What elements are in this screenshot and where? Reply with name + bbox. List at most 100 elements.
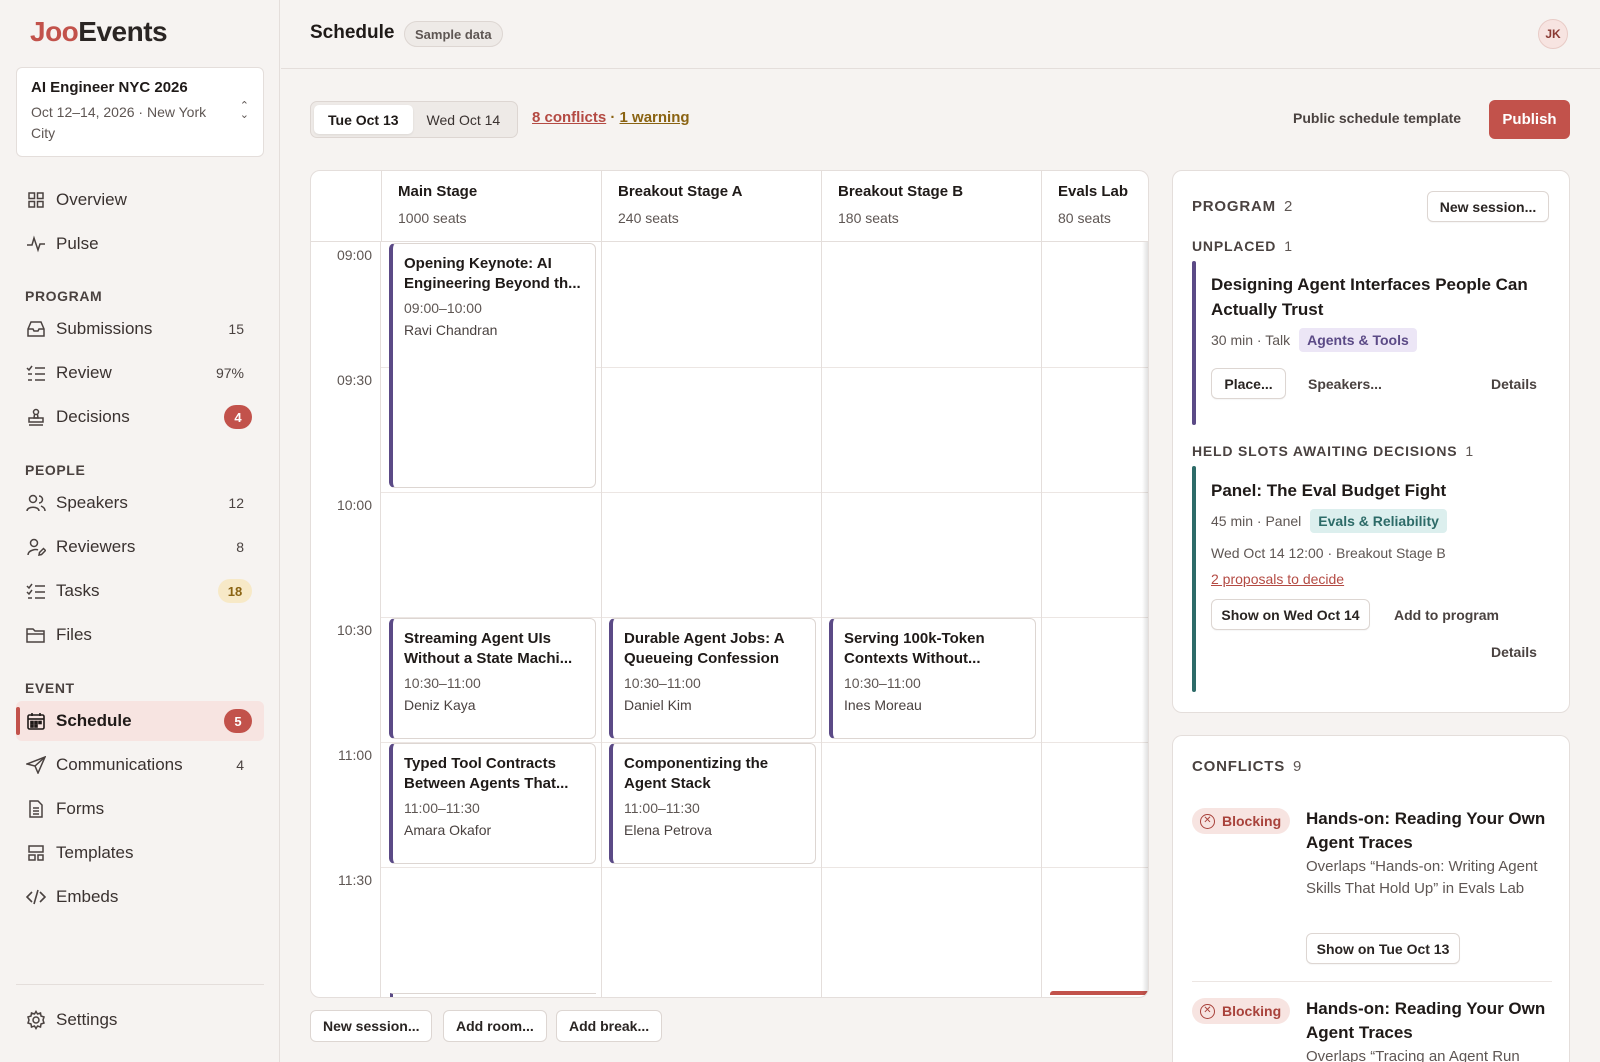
place-button[interactable]: Place...: [1211, 368, 1286, 399]
sidebar-item-label: Speakers: [56, 493, 128, 512]
conflict-title[interactable]: Hands-on: Reading Your Own Agent Traces: [1306, 997, 1551, 1045]
room-seats: 1000 seats: [398, 210, 467, 226]
sidebar-item-label: Embeds: [56, 887, 119, 906]
sidebar-divider: [16, 984, 264, 985]
gridline: [601, 242, 602, 997]
room-breakout-b[interactable]: Breakout Stage B 180 seats: [821, 171, 1041, 241]
session-card[interactable]: Serving 100k-Token Contexts Without... 1…: [829, 618, 1036, 739]
time-label: 09:00: [336, 247, 372, 263]
held-session-title[interactable]: Panel: The Eval Budget Fight: [1211, 478, 1551, 503]
details-button[interactable]: Details: [1491, 644, 1537, 660]
sidebar-item-schedule[interactable]: Schedule 5: [16, 701, 264, 741]
avatar[interactable]: JK: [1538, 19, 1568, 49]
public-schedule-template-button[interactable]: Public schedule template: [1293, 110, 1461, 126]
room-main-stage[interactable]: Main Stage 1000 seats: [381, 171, 601, 241]
session-time: 10:30–11:00: [844, 675, 921, 691]
session-speaker: Ravi Chandran: [404, 322, 498, 338]
room-header-row: Main Stage 1000 seats Breakout Stage A 2…: [311, 171, 1148, 242]
new-session-button[interactable]: New session...: [1427, 191, 1549, 222]
held-session-meta: 45 min · Panel Evals & Reliability: [1211, 509, 1447, 533]
speakers-button[interactable]: Speakers...: [1308, 376, 1382, 392]
stamp-icon: [26, 407, 46, 427]
session-card[interactable]: Typed Tool Contracts Between Agents That…: [389, 743, 596, 864]
sidebar-item-settings[interactable]: Settings: [16, 1000, 264, 1040]
room-breakout-a[interactable]: Breakout Stage A 240 seats: [601, 171, 821, 241]
session-speaker: Amara Okafor: [404, 822, 492, 838]
session-title: Serving 100k-Token Contexts Without...: [844, 630, 985, 667]
add-to-program-button[interactable]: Add to program: [1394, 607, 1499, 623]
room-name: Breakout Stage A: [618, 183, 743, 200]
details-button[interactable]: Details: [1491, 376, 1537, 392]
tab-tue-oct-13[interactable]: Tue Oct 13: [314, 105, 413, 134]
sidebar-item-label: Settings: [56, 1010, 118, 1029]
time-label: 10:00: [336, 497, 372, 513]
conflicts-summary-link[interactable]: 8 conflicts · 1 warning: [532, 109, 690, 126]
sidebar-item-communications[interactable]: Communications 4: [16, 745, 264, 785]
session-title: Componentizing the Agent Stack: [624, 755, 769, 792]
track-color-bar: [1192, 261, 1196, 425]
show-on-wed-button[interactable]: Show on Wed Oct 14: [1211, 599, 1370, 630]
sidebar-item-tasks[interactable]: Tasks 18: [16, 571, 264, 611]
sidebar-item-label: Review: [56, 363, 112, 382]
x-circle-icon: ✕: [1200, 813, 1215, 829]
grid-icon: [26, 190, 46, 210]
sidebar-item-decisions[interactable]: Decisions 4: [16, 397, 264, 437]
user-edit-icon: [26, 537, 46, 557]
gridline: [381, 867, 1148, 868]
time-label: 11:00: [338, 747, 372, 763]
tab-wed-oct-14[interactable]: Wed Oct 14: [413, 105, 515, 134]
count: 4: [236, 757, 244, 773]
track-color-bar: [1192, 466, 1196, 692]
session-card[interactable]: Streaming Agent UIs Without a State Mach…: [389, 618, 596, 739]
count: 8: [236, 539, 244, 555]
event-switcher[interactable]: AI Engineer NYC 2026 Oct 12–14, 2026 · N…: [16, 67, 264, 157]
conflict-title[interactable]: Hands-on: Reading Your Own Agent Traces: [1306, 807, 1551, 855]
send-icon: [26, 755, 46, 775]
warnings-count-link[interactable]: 1 warning: [620, 109, 690, 126]
sidebar-item-label: Templates: [56, 843, 134, 862]
add-room-button[interactable]: Add room...: [443, 1010, 547, 1042]
sample-data-badge: Sample data: [404, 21, 503, 47]
sidebar-item-submissions[interactable]: Submissions 15: [16, 309, 264, 349]
proposals-link[interactable]: 2 proposals to decide: [1211, 571, 1344, 587]
unplaced-session-title[interactable]: Designing Agent Interfaces People Can Ac…: [1211, 272, 1551, 322]
sidebar-item-templates[interactable]: Templates: [16, 833, 264, 873]
sidebar-item-review[interactable]: Review 97%: [16, 353, 264, 393]
session-time: 11:00–11:30: [624, 800, 700, 816]
sidebar-item-pulse[interactable]: Pulse: [16, 224, 264, 264]
time-label: 09:30: [336, 372, 372, 388]
new-session-button[interactable]: New session...: [310, 1010, 433, 1042]
tasks-badge: 18: [218, 579, 252, 603]
folder-icon: [26, 625, 46, 645]
blocking-badge: ✕ Blocking: [1192, 998, 1291, 1024]
session-speaker: Ines Moreau: [844, 697, 922, 713]
sidebar-item-overview[interactable]: Overview: [16, 180, 264, 220]
session-title: Opening Keynote: AI Engineering Beyond t…: [404, 255, 581, 292]
session-card[interactable]: Opening Keynote: AI Engineering Beyond t…: [389, 243, 596, 488]
conflicts-count-link[interactable]: 8 conflicts: [532, 109, 606, 126]
session-title: Streaming Agent UIs Without a State Mach…: [404, 630, 573, 667]
session-card-partial[interactable]: [390, 993, 596, 997]
sidebar-item-forms[interactable]: Forms: [16, 789, 264, 829]
publish-button[interactable]: Publish: [1489, 100, 1570, 139]
room-evals-lab[interactable]: Evals Lab 80 seats: [1041, 171, 1148, 241]
conflict-session-card-partial[interactable]: [1050, 991, 1148, 995]
jooevents-logo[interactable]: JooEvents: [30, 16, 168, 48]
chevron-up-down-icon: ⌃ ⌄: [239, 100, 249, 121]
event-name: AI Engineer NYC 2026: [31, 79, 188, 96]
session-card[interactable]: Durable Agent Jobs: A Queueing Confessio…: [609, 618, 816, 739]
sidebar: JooEvents AI Engineer NYC 2026 Oct 12–14…: [0, 0, 280, 1062]
room-name: Breakout Stage B: [838, 183, 964, 200]
sidebar-item-label: Forms: [56, 799, 105, 818]
add-break-button[interactable]: Add break...: [556, 1010, 663, 1042]
sidebar-item-files[interactable]: Files: [16, 615, 264, 655]
sidebar-item-label: Files: [56, 625, 92, 644]
divider: [1192, 981, 1552, 982]
sidebar-item-embeds[interactable]: Embeds: [16, 877, 264, 917]
sidebar-item-speakers[interactable]: Speakers 12: [16, 483, 264, 523]
session-card[interactable]: Componentizing the Agent Stack 11:00–11:…: [609, 743, 816, 864]
sidebar-item-reviewers[interactable]: Reviewers 8: [16, 527, 264, 567]
show-on-tue-button[interactable]: Show on Tue Oct 13: [1306, 933, 1460, 964]
event-meta: Oct 12–14, 2026 · New York City: [31, 104, 207, 141]
session-time: 11:00–11:30: [404, 800, 480, 816]
